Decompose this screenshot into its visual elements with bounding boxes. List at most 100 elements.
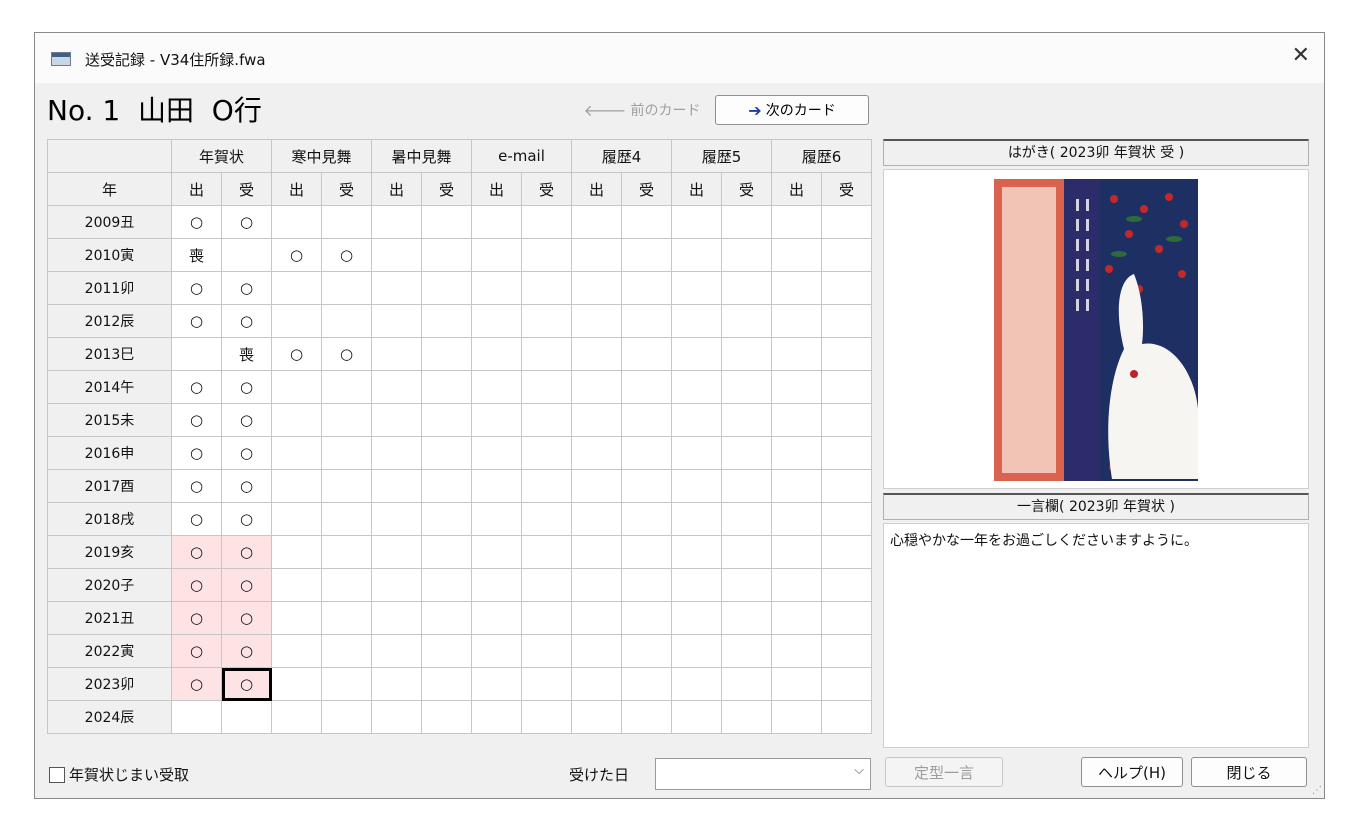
record-cell[interactable]: ○ <box>171 370 222 404</box>
record-cell[interactable] <box>621 238 672 272</box>
record-cell[interactable]: ○ <box>171 436 222 470</box>
record-cell[interactable] <box>471 370 522 404</box>
record-cell[interactable] <box>421 238 472 272</box>
record-cell[interactable] <box>371 667 422 701</box>
record-cell[interactable]: ○ <box>221 535 272 569</box>
record-cell[interactable]: 喪 <box>171 238 222 272</box>
record-cell[interactable]: 喪 <box>221 337 272 371</box>
record-cell[interactable] <box>521 304 572 338</box>
record-cell[interactable] <box>371 502 422 536</box>
record-cell[interactable] <box>371 337 422 371</box>
record-cell[interactable] <box>571 370 622 404</box>
record-cell[interactable]: ○ <box>221 436 272 470</box>
record-cell[interactable] <box>171 700 222 734</box>
record-cell[interactable] <box>471 205 522 239</box>
record-cell[interactable] <box>621 271 672 305</box>
record-cell[interactable] <box>621 304 672 338</box>
record-cell[interactable] <box>521 502 572 536</box>
record-cell[interactable] <box>671 205 722 239</box>
record-cell[interactable] <box>371 700 422 734</box>
record-cell[interactable] <box>671 469 722 503</box>
record-cell[interactable]: ○ <box>221 568 272 602</box>
record-cell[interactable] <box>621 205 672 239</box>
record-cell[interactable] <box>271 667 322 701</box>
record-cell[interactable] <box>321 568 372 602</box>
record-cell[interactable] <box>371 568 422 602</box>
record-cell[interactable] <box>721 568 772 602</box>
record-cell[interactable] <box>621 568 672 602</box>
record-cell[interactable] <box>821 370 872 404</box>
record-cell[interactable] <box>571 205 622 239</box>
record-cell[interactable]: ○ <box>171 667 222 701</box>
record-cell[interactable] <box>771 469 822 503</box>
record-cell[interactable] <box>421 370 472 404</box>
record-cell[interactable] <box>771 436 822 470</box>
record-cell[interactable] <box>271 568 322 602</box>
record-cell[interactable]: ○ <box>221 667 272 701</box>
record-cell[interactable] <box>371 238 422 272</box>
record-cell[interactable] <box>521 634 572 668</box>
record-cell[interactable] <box>771 568 822 602</box>
record-cell[interactable] <box>721 601 772 635</box>
record-cell[interactable] <box>571 568 622 602</box>
record-cell[interactable]: ○ <box>221 469 272 503</box>
record-cell[interactable]: ○ <box>221 502 272 536</box>
record-cell[interactable]: ○ <box>171 271 222 305</box>
record-cell[interactable] <box>821 436 872 470</box>
record-cell[interactable] <box>421 436 472 470</box>
record-cell[interactable] <box>321 469 372 503</box>
record-cell[interactable]: ○ <box>221 601 272 635</box>
record-cell[interactable] <box>421 535 472 569</box>
record-cell[interactable]: ○ <box>221 271 272 305</box>
record-cell[interactable] <box>721 469 772 503</box>
record-cell[interactable] <box>321 601 372 635</box>
record-cell[interactable] <box>371 370 422 404</box>
record-cell[interactable] <box>771 403 822 437</box>
record-cell[interactable]: ○ <box>221 370 272 404</box>
record-cell[interactable] <box>271 535 322 569</box>
record-cell[interactable]: ○ <box>171 535 222 569</box>
record-cell[interactable] <box>371 469 422 503</box>
record-cell[interactable] <box>721 370 772 404</box>
record-cell[interactable] <box>771 502 822 536</box>
record-cell[interactable] <box>621 469 672 503</box>
record-cell[interactable] <box>421 601 472 635</box>
record-cell[interactable]: ○ <box>171 403 222 437</box>
record-cell[interactable] <box>721 535 772 569</box>
record-cell[interactable] <box>271 370 322 404</box>
record-cell[interactable] <box>221 700 272 734</box>
record-cell[interactable] <box>521 271 572 305</box>
record-cell[interactable] <box>521 370 572 404</box>
record-cell[interactable] <box>821 304 872 338</box>
record-cell[interactable] <box>371 436 422 470</box>
record-cell[interactable] <box>671 337 722 371</box>
record-cell[interactable]: ○ <box>271 238 322 272</box>
record-cell[interactable] <box>771 271 822 305</box>
record-cell[interactable] <box>471 535 522 569</box>
record-cell[interactable] <box>771 601 822 635</box>
record-cell[interactable] <box>371 601 422 635</box>
close-button[interactable]: 閉じる <box>1191 757 1307 787</box>
record-cell[interactable] <box>371 403 422 437</box>
chevron-down-icon[interactable]: ⌵ <box>854 763 864 778</box>
record-cell[interactable] <box>721 403 772 437</box>
record-cell[interactable]: ○ <box>171 601 222 635</box>
record-cell[interactable] <box>271 271 322 305</box>
record-cell[interactable] <box>571 700 622 734</box>
record-cell[interactable] <box>521 700 572 734</box>
record-cell[interactable] <box>421 403 472 437</box>
record-cell[interactable] <box>421 337 472 371</box>
record-cell[interactable] <box>521 535 572 569</box>
record-cell[interactable] <box>671 601 722 635</box>
record-cell[interactable] <box>421 205 472 239</box>
record-cell[interactable] <box>621 502 672 536</box>
record-cell[interactable] <box>471 601 522 635</box>
record-cell[interactable] <box>571 436 622 470</box>
record-cell[interactable] <box>771 535 822 569</box>
checkbox-box[interactable] <box>49 766 65 783</box>
record-cell[interactable] <box>721 271 772 305</box>
record-cell[interactable] <box>621 700 672 734</box>
record-cell[interactable] <box>671 634 722 668</box>
record-cell[interactable] <box>671 403 722 437</box>
record-cell[interactable] <box>621 601 672 635</box>
